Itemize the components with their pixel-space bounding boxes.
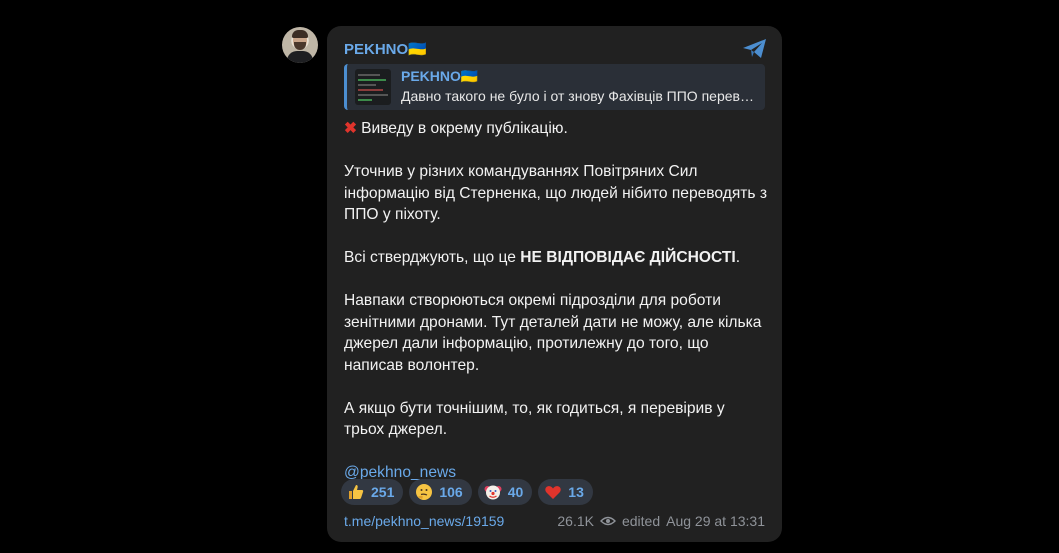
reply-title: PEKHNO🇺🇦: [401, 68, 479, 84]
eye-icon: [599, 516, 616, 526]
thumbs-up-icon: [349, 485, 364, 499]
post-link[interactable]: t.me/pekhno_news/19159: [344, 513, 504, 529]
reaction-count: 40: [507, 484, 524, 500]
edited-label: edited: [621, 513, 661, 529]
reaction-clown[interactable]: 40: [477, 479, 533, 505]
avatar-body: [287, 51, 313, 63]
reaction-thinking[interactable]: 106: [409, 479, 472, 505]
reaction-thumbs-up[interactable]: 251: [341, 479, 404, 505]
paragraph-1: ✖ Виведу в окрему публікацію.: [344, 118, 769, 140]
view-count: 26.1K: [557, 513, 594, 529]
reply-text: Давно такого не було і от знову Фахівців…: [401, 88, 754, 104]
reactions-bar: 251 106 40 13: [341, 479, 593, 505]
message-footer: t.me/pekhno_news/19159 26.1K edited Aug …: [344, 513, 765, 531]
paragraph-4: Навпаки створюються окремі підрозділи дл…: [344, 292, 762, 374]
share-icon[interactable]: [742, 38, 768, 60]
paragraph-3: Всі стверджують, що це НЕ ВІДПОВІДАЄ ДІЙ…: [344, 247, 769, 269]
paragraph-3-end: .: [735, 249, 741, 266]
clown-face-icon: [484, 485, 502, 500]
avatar-hair: [292, 30, 308, 38]
reaction-heart[interactable]: 13: [538, 479, 593, 505]
reaction-count: 251: [371, 484, 395, 500]
message-text: ✖ Виведу в окрему публікацію. Уточнив у р…: [344, 118, 769, 484]
reaction-count: 106: [439, 484, 463, 500]
message-meta: 26.1K edited Aug 29 at 13:31: [557, 513, 765, 529]
avatar-beard: [294, 42, 306, 50]
sender-name[interactable]: PEKHNO🇺🇦: [344, 40, 427, 58]
timestamp: Aug 29 at 13:31: [666, 513, 765, 529]
reply-thumbnail: [355, 69, 391, 105]
reaction-count: 13: [568, 484, 584, 500]
thinking-face-icon: [416, 484, 433, 500]
paragraph-3-start: Всі стверджують, що це: [344, 249, 521, 266]
cross-mark-icon: ✖: [344, 120, 358, 137]
message-bubble: PEKHNO🇺🇦 PEKHNO🇺🇦 Давно такого не було і…: [327, 26, 782, 542]
reply-preview[interactable]: PEKHNO🇺🇦 Давно такого не було і от знову…: [344, 64, 765, 110]
paragraph-5: А якщо бути точнішим, то, як годиться, я…: [344, 399, 725, 439]
paragraph-2: Уточнив у різних командуваннях Повітряни…: [344, 163, 768, 223]
sender-avatar[interactable]: [282, 27, 318, 63]
red-heart-icon: [545, 486, 561, 499]
paragraph-1-text: Виведу в окрему публікацію.: [361, 120, 568, 137]
paragraph-3-bold: НЕ ВІДПОВІДАЄ ДІЙСНОСТІ: [520, 249, 736, 266]
